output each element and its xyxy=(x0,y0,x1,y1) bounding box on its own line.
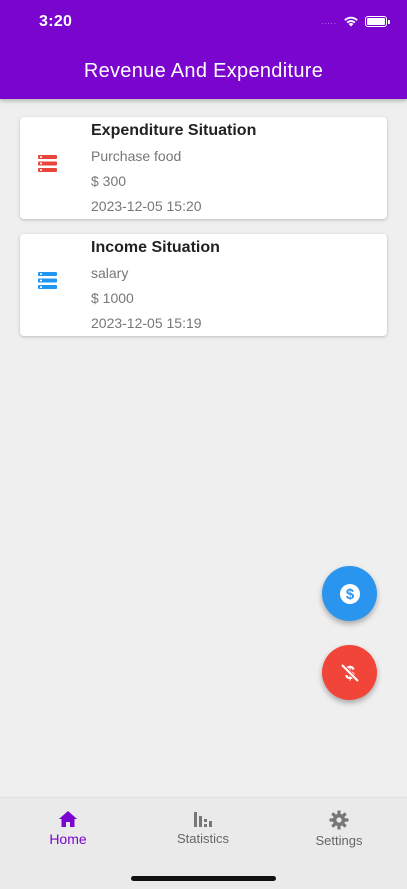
add-expense-button[interactable]: $ xyxy=(322,645,377,700)
record-details: Income Situation salary $ 1000 2023-12-0… xyxy=(91,239,220,331)
signal-icon: ..... xyxy=(320,16,337,26)
dollar-icon: $ xyxy=(339,583,360,604)
money-off-icon: $ xyxy=(340,663,359,683)
record-card-expenditure[interactable]: Expenditure Situation Purchase food $ 30… xyxy=(20,117,387,219)
nav-item-statistics[interactable]: Statistics xyxy=(153,810,253,846)
home-indicator[interactable] xyxy=(131,876,276,881)
svg-text:$: $ xyxy=(345,586,354,603)
record-description: Purchase food xyxy=(91,148,182,164)
nav-label: Statistics xyxy=(176,831,229,846)
nav-item-home[interactable]: Home xyxy=(18,810,118,847)
record-title: Expenditure Situation xyxy=(91,122,257,139)
gear-icon xyxy=(329,810,349,830)
list-icon xyxy=(38,155,57,172)
battery-icon xyxy=(365,15,390,27)
record-details: Expenditure Situation Purchase food $ 30… xyxy=(91,122,256,214)
status-bar: 3:20 ..... xyxy=(0,0,407,46)
record-title: Income Situation xyxy=(91,239,220,256)
home-icon xyxy=(59,811,77,827)
nav-label: Home xyxy=(49,831,87,847)
status-icons: ..... xyxy=(320,15,390,27)
list-icon xyxy=(38,272,57,289)
page-title: Revenue And Expenditure xyxy=(83,60,324,82)
status-time: 3:20 xyxy=(39,13,73,30)
record-description: salary xyxy=(91,265,129,281)
record-card-income[interactable]: Income Situation salary $ 1000 2023-12-0… xyxy=(20,234,387,336)
record-datetime: 2023-12-05 15:20 xyxy=(91,198,202,214)
app-bar: 3:20 ..... Revenue And Expenditure xyxy=(0,0,407,99)
record-datetime: 2023-12-05 15:19 xyxy=(91,315,202,331)
nav-item-settings[interactable]: Settings xyxy=(289,810,389,848)
add-income-button[interactable]: $ xyxy=(322,566,377,621)
record-amount: $ 1000 xyxy=(91,290,134,306)
record-amount: $ 300 xyxy=(91,173,127,189)
wifi-icon xyxy=(344,16,358,27)
bar-chart-icon xyxy=(194,812,212,827)
nav-label: Settings xyxy=(315,833,363,848)
